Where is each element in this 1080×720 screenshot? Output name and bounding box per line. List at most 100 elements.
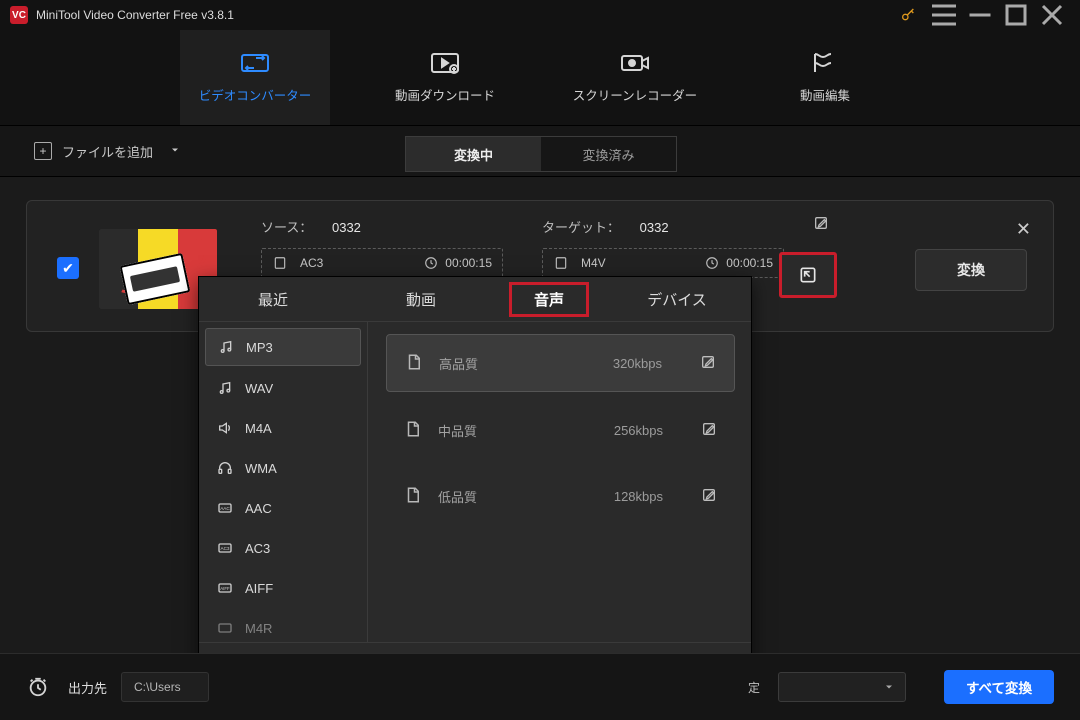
clock-icon [423,255,439,271]
svg-text:AAC: AAC [220,506,230,511]
format-item-wma[interactable]: WMA [205,450,361,486]
quality-row-mid[interactable]: 中品質 256kbps [386,402,735,458]
tab-audio[interactable]: 音声 [509,282,589,317]
format-label: WAV [245,381,273,396]
upgrade-key-icon[interactable] [890,0,926,30]
format-popup-trigger[interactable] [779,252,837,298]
m4r-icon [217,620,233,636]
title-bar: VC MiniTool Video Converter Free v3.8.1 [0,0,1080,30]
quality-label: 低品質 [438,487,477,506]
format-item-aiff[interactable]: AIFF AIFF [205,570,361,606]
edit-target-icon[interactable] [813,215,829,234]
convert-label: 変換 [957,260,985,280]
minimize-icon[interactable] [962,0,998,30]
popup-tabs: 最近 動画 音声 デバイス [199,277,751,322]
chevron-down-icon [883,681,895,693]
tab-video[interactable]: 動画 [361,284,481,315]
main-nav: ビデオコンバーター 動画ダウンロード スクリーンレコーダー 動画編集 [0,30,1080,125]
maximize-icon[interactable] [998,0,1034,30]
bottom-bar: 出力先 C:\Users 定 すべて変換 [0,653,1080,720]
svg-text:AIFF: AIFF [220,586,230,591]
file-icon [404,420,420,441]
status-segment: 変換中 変換済み [405,136,677,172]
source-name: 0332 [332,220,361,235]
aiff-icon: AIFF [217,580,233,596]
task-close-icon[interactable]: ✕ [1016,219,1031,240]
add-file-button[interactable]: + ファイルを追加 [0,126,195,176]
format-popup: 最近 動画 音声 デバイス MP3 WAV M4A [198,276,752,690]
nav-screen-recorder[interactable]: スクリーンレコーダー [560,30,710,125]
output-path: C:\Users [134,680,181,694]
tab-recent[interactable]: 最近 [213,284,333,315]
aac-icon: AAC [217,500,233,516]
quality-edit-icon[interactable] [701,421,717,440]
quality-list: 高品質 320kbps 中品質 256kbps 低品質 128kbps [368,322,751,642]
format-item-m4a[interactable]: M4A [205,410,361,446]
quality-edit-icon[interactable] [701,487,717,506]
download-icon [428,51,462,75]
seg-converting[interactable]: 変換中 [406,137,541,171]
recorder-icon [618,51,652,75]
format-label: MP3 [246,340,273,355]
source-label: ソース： [261,220,312,235]
format-label: AIFF [245,581,273,596]
music-note-icon [217,380,233,396]
format-label: AC3 [245,541,270,556]
source-format: AC3 [300,256,323,270]
format-list[interactable]: MP3 WAV M4A WMA AAC AAC [199,322,368,642]
nav-label: 動画ダウンロード [395,85,495,104]
quality-rate: 256kbps [614,423,663,438]
svg-text:AC3: AC3 [220,546,229,551]
clock-icon[interactable] [26,675,50,699]
nav-label: 動画編集 [800,85,850,104]
target-label: ターゲット： [542,220,620,235]
target-format: M4V [581,256,606,270]
nav-label: ビデオコンバーター [199,85,312,104]
source-duration: 00:00:15 [445,256,492,270]
task-checkbox[interactable]: ✔ [57,257,79,279]
format-icon [272,255,288,271]
nav-label: スクリーンレコーダー [573,85,697,104]
quality-label: 中品質 [438,421,477,440]
format-item-mp3[interactable]: MP3 [205,328,361,366]
nav-video-download[interactable]: 動画ダウンロード [370,30,520,125]
format-item-aac[interactable]: AAC AAC [205,490,361,526]
nav-video-edit[interactable]: 動画編集 [750,30,900,125]
convert-button[interactable]: 変換 [915,249,1027,291]
format-item-ac3[interactable]: AC3 AC3 [205,530,361,566]
format-item-m4r[interactable]: M4R [205,610,361,642]
quality-row-low[interactable]: 低品質 128kbps [386,468,735,524]
convert-all-label: すべて変換 [966,677,1032,697]
quality-rate: 320kbps [613,356,662,371]
target-name: 0332 [640,220,669,235]
quality-row-high[interactable]: 高品質 320kbps [386,334,735,392]
menu-icon[interactable] [926,0,962,30]
close-icon[interactable] [1034,0,1070,30]
format-item-wav[interactable]: WAV [205,370,361,406]
source-block: ソース： 0332 AC3 00:00:15 [261,217,503,278]
after-select[interactable] [778,672,906,702]
output-path-field[interactable]: C:\Users [121,672,209,702]
format-icon [553,255,569,271]
after-label: 定 [748,679,760,696]
add-file-label: ファイルを追加 [62,142,153,161]
nav-video-converter[interactable]: ビデオコンバーター [180,30,330,125]
file-icon [404,486,420,507]
seg-converted[interactable]: 変換済み [541,137,676,171]
clock-icon [704,255,720,271]
app-title: MiniTool Video Converter Free v3.8.1 [36,8,234,22]
headphones-icon [217,460,233,476]
target-duration: 00:00:15 [726,256,773,270]
edit-icon [808,51,842,75]
target-file-row: M4V 00:00:15 [542,248,784,278]
quality-edit-icon[interactable] [700,354,716,373]
quality-rate: 128kbps [614,489,663,504]
format-label: WMA [245,461,277,476]
chevron-down-icon [169,144,181,159]
tab-device[interactable]: デバイス [617,284,737,315]
music-note-icon [218,339,234,355]
plus-icon: + [34,142,52,160]
speaker-icon [217,420,233,436]
ac3-icon: AC3 [217,540,233,556]
convert-all-button[interactable]: すべて変換 [944,670,1054,704]
